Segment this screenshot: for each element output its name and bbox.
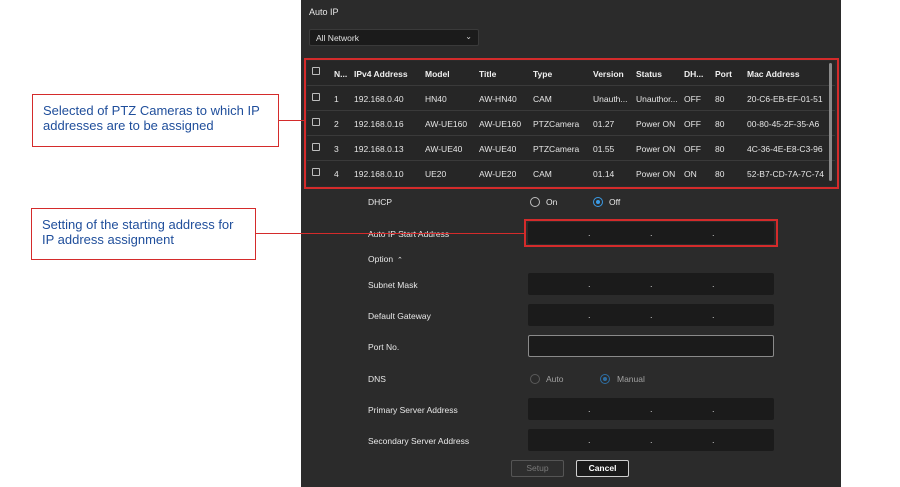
ip-separator: . [650, 404, 653, 414]
dhcp-off-label: Off [609, 197, 621, 207]
default-gateway-label: Default Gateway [368, 311, 431, 321]
option-label: Option [368, 254, 394, 264]
port-input[interactable] [528, 335, 774, 357]
port-label: Port No. [368, 342, 400, 352]
subnet-mask-input[interactable]: . . . [528, 273, 774, 295]
chevron-down-icon: ⌄ [465, 32, 472, 41]
secondary-dns-input[interactable]: . . . [528, 429, 774, 451]
primary-dns-label: Primary Server Address [368, 405, 458, 415]
dhcp-on-radio[interactable] [530, 197, 540, 207]
network-select-value: All Network [316, 33, 359, 43]
dns-manual-label: Manual [617, 374, 645, 384]
subnet-mask-label: Subnet Mask [368, 280, 418, 290]
start-address-highlight [524, 219, 778, 247]
ip-separator: . [650, 310, 653, 320]
dns-label: DNS [368, 374, 386, 384]
ip-separator: . [588, 435, 591, 445]
ip-separator: . [650, 435, 653, 445]
ip-separator: . [712, 404, 715, 414]
secondary-dns-label: Secondary Server Address [368, 436, 470, 446]
option-toggle[interactable]: Option ⌃ [368, 254, 403, 264]
network-select[interactable]: All Network ⌄ [309, 29, 479, 46]
callout-camera-leader [279, 120, 305, 121]
ip-separator: . [650, 279, 653, 289]
dhcp-on-label: On [546, 197, 558, 207]
cancel-button[interactable]: Cancel [576, 460, 629, 477]
ip-separator: . [588, 310, 591, 320]
dns-manual-radio[interactable] [600, 374, 610, 384]
dhcp-label: DHCP [368, 197, 393, 207]
dns-auto-radio[interactable] [530, 374, 540, 384]
ip-separator: . [712, 310, 715, 320]
callout-camera-selection: Selected of PTZ Cameras to which IP addr… [32, 94, 279, 147]
primary-dns-input[interactable]: . . . [528, 398, 774, 420]
screenshot-stage: Auto IP All Network ⌄ N... IPv4 Address Mo… [0, 0, 900, 487]
ip-separator: . [588, 404, 591, 414]
setup-button[interactable]: Setup [511, 460, 564, 477]
chevron-up-icon: ⌃ [397, 257, 403, 264]
callout-start-address-leader [256, 233, 525, 234]
callout-start-address: Setting of the starting address for IP a… [31, 208, 256, 260]
dns-auto-label: Auto [546, 374, 564, 384]
ip-separator: . [712, 435, 715, 445]
ip-separator: . [712, 279, 715, 289]
ip-separator: . [588, 279, 591, 289]
dialog-title: Auto IP [309, 7, 339, 17]
camera-selection-highlight [304, 58, 839, 189]
start-address-label: Auto IP Start Address [368, 229, 450, 239]
dhcp-off-radio[interactable] [593, 197, 603, 207]
default-gateway-input[interactable]: . . . [528, 304, 774, 326]
